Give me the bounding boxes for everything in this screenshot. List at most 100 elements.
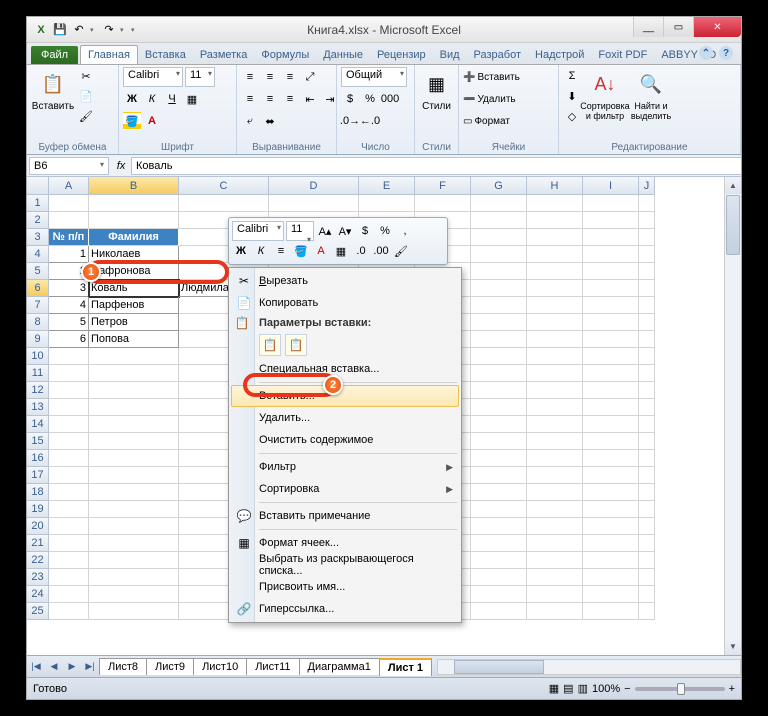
cell[interactable] — [639, 382, 655, 399]
cell[interactable] — [471, 263, 527, 280]
ctx-copy[interactable]: 📄Копировать — [231, 292, 459, 314]
cell[interactable] — [583, 280, 639, 297]
ctx-cut[interactable]: ✂ВВырезатьырезать — [231, 270, 459, 292]
cell[interactable] — [527, 382, 583, 399]
minimize-ribbon-icon[interactable]: ⌃ — [699, 46, 713, 60]
zoom-out[interactable]: − — [624, 683, 630, 695]
mini-border[interactable]: ▦ — [332, 242, 350, 260]
ctx-clear[interactable]: Очистить содержимое — [231, 429, 459, 451]
col-B[interactable]: B — [89, 177, 179, 195]
row-header[interactable]: 12 — [27, 382, 49, 399]
scroll-down-icon[interactable]: ▼ — [725, 638, 741, 655]
cell[interactable]: 4 — [49, 297, 89, 314]
cell[interactable] — [583, 365, 639, 382]
row-header[interactable]: 1 — [27, 195, 49, 212]
cell[interactable] — [527, 314, 583, 331]
cell[interactable]: Николаев — [89, 246, 179, 263]
cell[interactable] — [49, 433, 89, 450]
tab-addins[interactable]: Надстрой — [528, 46, 591, 64]
cell[interactable] — [583, 569, 639, 586]
sheet-nav-last[interactable]: ▶| — [81, 658, 99, 676]
cell[interactable] — [89, 535, 179, 552]
sort-filter-button[interactable]: A↓Сортировка и фильтр — [583, 67, 627, 121]
mini-percent[interactable]: % — [376, 222, 394, 240]
cell[interactable] — [527, 501, 583, 518]
cell[interactable] — [359, 195, 415, 212]
cell[interactable] — [471, 518, 527, 535]
bold-button[interactable]: Ж — [123, 90, 141, 108]
mini-grow-font[interactable]: A▴ — [316, 222, 334, 240]
cell[interactable] — [49, 501, 89, 518]
align-center[interactable]: ≡ — [261, 90, 279, 108]
cell[interactable] — [49, 212, 89, 229]
paste-button[interactable]: 📋 Вставить — [31, 67, 75, 112]
align-bot[interactable]: ≡ — [281, 68, 299, 86]
cell[interactable] — [639, 348, 655, 365]
cell[interactable] — [89, 365, 179, 382]
redo-icon[interactable]: ↷ — [101, 22, 117, 38]
ctx-format-cells[interactable]: ▦Формат ячеек... — [231, 532, 459, 554]
cell[interactable] — [471, 212, 527, 229]
row-header[interactable]: 11 — [27, 365, 49, 382]
cell[interactable] — [527, 433, 583, 450]
row-header[interactable]: 22 — [27, 552, 49, 569]
view-break-icon[interactable]: ▥ — [578, 682, 588, 695]
tab-home[interactable]: Главная — [80, 45, 138, 64]
mini-font-combo[interactable]: Calibri — [232, 221, 284, 241]
ctx-insert[interactable]: Вставить... — [231, 385, 459, 407]
cell[interactable] — [89, 212, 179, 229]
row-header[interactable]: 10 — [27, 348, 49, 365]
sheet-tab[interactable]: Лист8 — [99, 658, 147, 675]
cell[interactable] — [49, 450, 89, 467]
cell[interactable] — [583, 382, 639, 399]
cell[interactable] — [471, 603, 527, 620]
cell[interactable] — [583, 603, 639, 620]
fill-color-button[interactable]: 🪣 — [123, 112, 141, 130]
cell[interactable] — [471, 348, 527, 365]
sheet-tab-active[interactable]: Лист 1 — [379, 658, 432, 676]
ctx-delete[interactable]: Удалить... — [231, 407, 459, 429]
row-header[interactable]: 17 — [27, 467, 49, 484]
cell[interactable] — [583, 416, 639, 433]
sheet-tab[interactable]: Лист11 — [246, 658, 299, 675]
cell[interactable] — [471, 297, 527, 314]
cell[interactable] — [269, 195, 359, 212]
redo-drop[interactable]: ▾ — [120, 26, 128, 34]
row-header[interactable]: 13 — [27, 399, 49, 416]
percent[interactable]: % — [361, 90, 379, 108]
cell[interactable] — [639, 246, 655, 263]
comma[interactable]: 000 — [381, 90, 399, 108]
cells-insert[interactable]: ➕ Вставить — [463, 67, 520, 87]
cell[interactable] — [527, 331, 583, 348]
number-format-combo[interactable]: Общий — [341, 67, 407, 87]
row-header[interactable]: 18 — [27, 484, 49, 501]
format-painter-icon[interactable]: 🖌 — [77, 107, 95, 125]
cell[interactable] — [527, 263, 583, 280]
ctx-sort[interactable]: Сортировка▶ — [231, 478, 459, 500]
cell[interactable] — [471, 535, 527, 552]
cell[interactable] — [471, 314, 527, 331]
mini-size-combo[interactable]: 11 — [286, 221, 314, 241]
tab-layout[interactable]: Разметка — [193, 46, 255, 64]
align-top[interactable]: ≡ — [241, 68, 259, 86]
cell[interactable] — [49, 382, 89, 399]
fill[interactable]: ⬇ — [563, 87, 581, 105]
orientation[interactable]: ⤢ — [301, 68, 319, 86]
cell[interactable] — [49, 484, 89, 501]
cell[interactable]: Фамилия — [89, 229, 179, 246]
cell[interactable]: Парфенов — [89, 297, 179, 314]
mini-comma[interactable]: , — [396, 222, 414, 240]
merge[interactable]: ⬌ — [261, 112, 279, 130]
undo-icon[interactable]: ↶ — [71, 22, 87, 38]
ctx-paste-special[interactable]: Специальная вставка... — [231, 358, 459, 380]
cell[interactable] — [639, 467, 655, 484]
cell[interactable] — [583, 297, 639, 314]
cell[interactable] — [639, 331, 655, 348]
cell[interactable] — [49, 518, 89, 535]
cell[interactable] — [471, 552, 527, 569]
cell[interactable] — [583, 348, 639, 365]
cell[interactable] — [583, 450, 639, 467]
help-icon[interactable]: ? — [719, 46, 733, 60]
cell[interactable] — [527, 450, 583, 467]
wrap-text[interactable]: ⤶ — [241, 112, 259, 130]
